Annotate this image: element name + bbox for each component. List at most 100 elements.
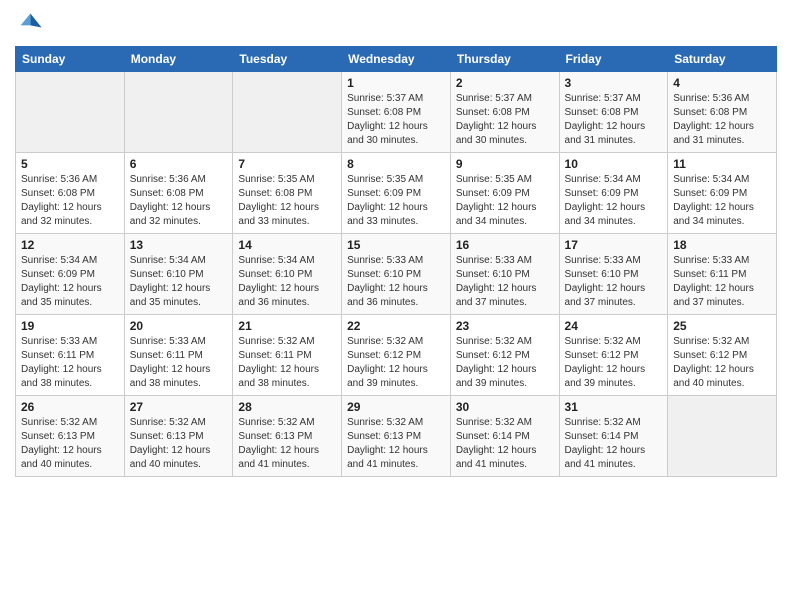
logo xyxy=(15,10,47,38)
weekday-header: Thursday xyxy=(450,47,559,72)
day-info: Sunrise: 5:33 AM Sunset: 6:10 PM Dayligh… xyxy=(456,254,554,310)
day-info: Sunrise: 5:37 AM Sunset: 6:08 PM Dayligh… xyxy=(565,92,663,148)
weekday-header: Friday xyxy=(559,47,668,72)
day-info: Sunrise: 5:34 AM Sunset: 6:09 PM Dayligh… xyxy=(21,254,119,310)
weekday-header: Monday xyxy=(124,47,233,72)
calendar-day-cell xyxy=(16,72,125,153)
day-info: Sunrise: 5:33 AM Sunset: 6:11 PM Dayligh… xyxy=(673,254,771,310)
weekday-header: Saturday xyxy=(668,47,777,72)
day-info: Sunrise: 5:32 AM Sunset: 6:12 PM Dayligh… xyxy=(673,335,771,391)
calendar-day-cell: 23 Sunrise: 5:32 AM Sunset: 6:12 PM Dayli… xyxy=(450,315,559,396)
day-number: 18 xyxy=(673,238,771,252)
calendar-day-cell: 13Sunrise: 5:34 AM Sunset: 6:10 PM Dayli… xyxy=(124,234,233,315)
day-number: 3 xyxy=(565,76,663,90)
weekday-header: Wednesday xyxy=(342,47,451,72)
calendar-day-cell: 25 Sunrise: 5:32 AM Sunset: 6:12 PM Dayli… xyxy=(668,315,777,396)
calendar-day-cell: 16 Sunrise: 5:33 AM Sunset: 6:10 PM Dayli… xyxy=(450,234,559,315)
calendar-week-row: 19 Sunrise: 5:33 AM Sunset: 6:11 PM Dayli… xyxy=(16,315,777,396)
weekday-header: Sunday xyxy=(16,47,125,72)
day-info: Sunrise: 5:37 AM Sunset: 6:08 PM Dayligh… xyxy=(347,92,445,148)
calendar-day-cell: 27 Sunrise: 5:32 AM Sunset: 6:13 PM Dayli… xyxy=(124,396,233,477)
calendar-day-cell: 1Sunrise: 5:37 AM Sunset: 6:08 PM Daylig… xyxy=(342,72,451,153)
day-number: 16 xyxy=(456,238,554,252)
calendar-day-cell: 8 Sunrise: 5:35 AM Sunset: 6:09 PM Daylig… xyxy=(342,153,451,234)
day-number: 31 xyxy=(565,400,663,414)
day-info: Sunrise: 5:36 AM Sunset: 6:08 PM Dayligh… xyxy=(130,173,228,229)
day-info: Sunrise: 5:32 AM Sunset: 6:12 PM Dayligh… xyxy=(565,335,663,391)
calendar-table: SundayMondayTuesdayWednesdayThursdayFrid… xyxy=(15,46,777,477)
day-number: 30 xyxy=(456,400,554,414)
logo-icon xyxy=(15,10,43,38)
weekday-header: Tuesday xyxy=(233,47,342,72)
calendar-day-cell: 5 Sunrise: 5:36 AM Sunset: 6:08 PM Daylig… xyxy=(16,153,125,234)
calendar-day-cell xyxy=(233,72,342,153)
calendar-day-cell: 29 Sunrise: 5:32 AM Sunset: 6:13 PM Dayli… xyxy=(342,396,451,477)
calendar-day-cell: 20 Sunrise: 5:33 AM Sunset: 6:11 PM Dayli… xyxy=(124,315,233,396)
calendar-week-row: 26Sunrise: 5:32 AM Sunset: 6:13 PM Dayli… xyxy=(16,396,777,477)
day-number: 15 xyxy=(347,238,445,252)
day-number: 21 xyxy=(238,319,336,333)
calendar-day-cell: 21Sunrise: 5:32 AM Sunset: 6:11 PM Dayli… xyxy=(233,315,342,396)
day-info: Sunrise: 5:33 AM Sunset: 6:11 PM Dayligh… xyxy=(130,335,228,391)
calendar-day-cell: 15 Sunrise: 5:33 AM Sunset: 6:10 PM Dayli… xyxy=(342,234,451,315)
day-info: Sunrise: 5:32 AM Sunset: 6:14 PM Dayligh… xyxy=(456,416,554,472)
day-number: 6 xyxy=(130,157,228,171)
day-info: Sunrise: 5:35 AM Sunset: 6:08 PM Dayligh… xyxy=(238,173,336,229)
day-info: Sunrise: 5:32 AM Sunset: 6:13 PM Dayligh… xyxy=(21,416,119,472)
day-number: 20 xyxy=(130,319,228,333)
day-info: Sunrise: 5:34 AM Sunset: 6:10 PM Dayligh… xyxy=(238,254,336,310)
day-info: Sunrise: 5:33 AM Sunset: 6:10 PM Dayligh… xyxy=(347,254,445,310)
calendar-day-cell: 28Sunrise: 5:32 AM Sunset: 6:13 PM Dayli… xyxy=(233,396,342,477)
day-number: 9 xyxy=(456,157,554,171)
day-info: Sunrise: 5:34 AM Sunset: 6:09 PM Dayligh… xyxy=(565,173,663,229)
calendar-day-cell: 6 Sunrise: 5:36 AM Sunset: 6:08 PM Daylig… xyxy=(124,153,233,234)
day-number: 2 xyxy=(456,76,554,90)
day-number: 8 xyxy=(347,157,445,171)
day-number: 5 xyxy=(21,157,119,171)
day-info: Sunrise: 5:32 AM Sunset: 6:13 PM Dayligh… xyxy=(347,416,445,472)
day-info: Sunrise: 5:37 AM Sunset: 6:08 PM Dayligh… xyxy=(456,92,554,148)
day-info: Sunrise: 5:34 AM Sunset: 6:10 PM Dayligh… xyxy=(130,254,228,310)
day-number: 12 xyxy=(21,238,119,252)
day-number: 27 xyxy=(130,400,228,414)
day-number: 11 xyxy=(673,157,771,171)
calendar-day-cell: 17Sunrise: 5:33 AM Sunset: 6:10 PM Dayli… xyxy=(559,234,668,315)
calendar-week-row: 12 Sunrise: 5:34 AM Sunset: 6:09 PM Dayli… xyxy=(16,234,777,315)
calendar-day-cell: 30 Sunrise: 5:32 AM Sunset: 6:14 PM Dayli… xyxy=(450,396,559,477)
day-number: 10 xyxy=(565,157,663,171)
day-number: 28 xyxy=(238,400,336,414)
page-header xyxy=(15,10,777,38)
day-number: 19 xyxy=(21,319,119,333)
day-info: Sunrise: 5:34 AM Sunset: 6:09 PM Dayligh… xyxy=(673,173,771,229)
calendar-day-cell: 22 Sunrise: 5:32 AM Sunset: 6:12 PM Dayli… xyxy=(342,315,451,396)
day-info: Sunrise: 5:35 AM Sunset: 6:09 PM Dayligh… xyxy=(347,173,445,229)
calendar-day-cell: 3 Sunrise: 5:37 AM Sunset: 6:08 PM Daylig… xyxy=(559,72,668,153)
calendar-day-cell xyxy=(124,72,233,153)
calendar-day-cell: 2 Sunrise: 5:37 AM Sunset: 6:08 PM Daylig… xyxy=(450,72,559,153)
day-info: Sunrise: 5:33 AM Sunset: 6:10 PM Dayligh… xyxy=(565,254,663,310)
day-info: Sunrise: 5:32 AM Sunset: 6:13 PM Dayligh… xyxy=(130,416,228,472)
day-number: 25 xyxy=(673,319,771,333)
day-number: 23 xyxy=(456,319,554,333)
day-info: Sunrise: 5:36 AM Sunset: 6:08 PM Dayligh… xyxy=(21,173,119,229)
calendar-day-cell: 11 Sunrise: 5:34 AM Sunset: 6:09 PM Dayli… xyxy=(668,153,777,234)
day-info: Sunrise: 5:35 AM Sunset: 6:09 PM Dayligh… xyxy=(456,173,554,229)
day-number: 29 xyxy=(347,400,445,414)
day-number: 22 xyxy=(347,319,445,333)
calendar-day-cell: 9 Sunrise: 5:35 AM Sunset: 6:09 PM Daylig… xyxy=(450,153,559,234)
calendar-day-cell: 12 Sunrise: 5:34 AM Sunset: 6:09 PM Dayli… xyxy=(16,234,125,315)
calendar-day-cell: 31 Sunrise: 5:32 AM Sunset: 6:14 PM Dayli… xyxy=(559,396,668,477)
day-info: Sunrise: 5:33 AM Sunset: 6:11 PM Dayligh… xyxy=(21,335,119,391)
day-info: Sunrise: 5:32 AM Sunset: 6:14 PM Dayligh… xyxy=(565,416,663,472)
calendar-day-cell xyxy=(668,396,777,477)
calendar-week-row: 1Sunrise: 5:37 AM Sunset: 6:08 PM Daylig… xyxy=(16,72,777,153)
day-info: Sunrise: 5:32 AM Sunset: 6:12 PM Dayligh… xyxy=(456,335,554,391)
calendar-day-cell: 19 Sunrise: 5:33 AM Sunset: 6:11 PM Dayli… xyxy=(16,315,125,396)
day-info: Sunrise: 5:36 AM Sunset: 6:08 PM Dayligh… xyxy=(673,92,771,148)
calendar-day-cell: 4Sunrise: 5:36 AM Sunset: 6:08 PM Daylig… xyxy=(668,72,777,153)
day-number: 24 xyxy=(565,319,663,333)
calendar-day-cell: 24 Sunrise: 5:32 AM Sunset: 6:12 PM Dayli… xyxy=(559,315,668,396)
day-info: Sunrise: 5:32 AM Sunset: 6:12 PM Dayligh… xyxy=(347,335,445,391)
calendar-day-cell: 26Sunrise: 5:32 AM Sunset: 6:13 PM Dayli… xyxy=(16,396,125,477)
day-number: 14 xyxy=(238,238,336,252)
